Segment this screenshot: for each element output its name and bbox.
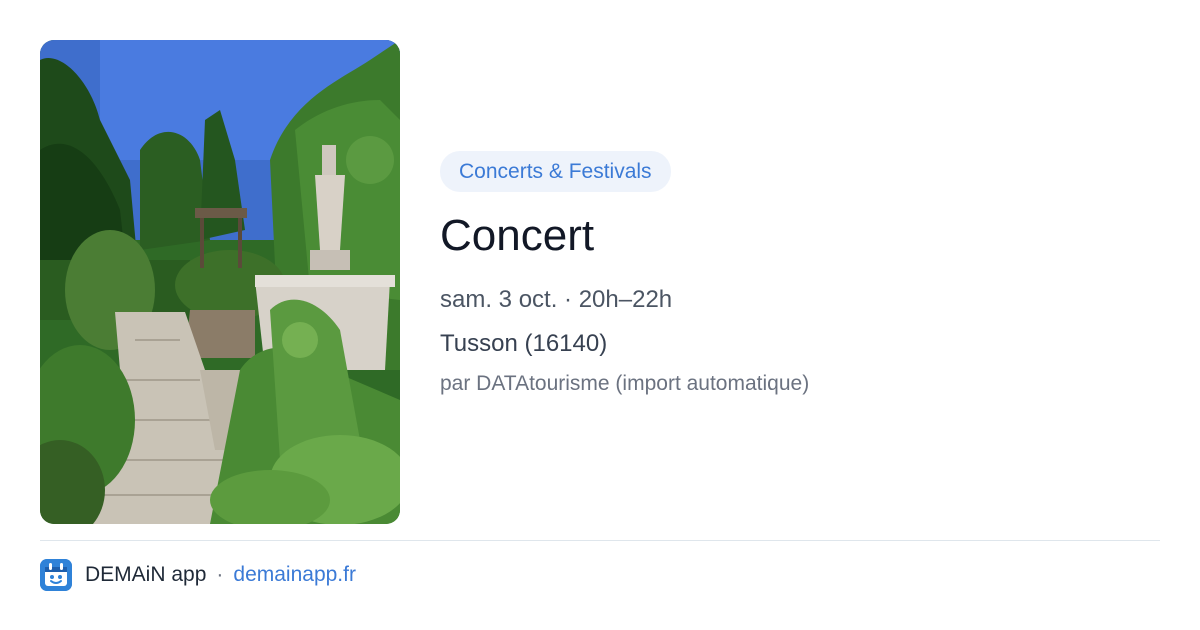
app-name: DEMAiN app (85, 562, 207, 586)
category-badge[interactable]: Concerts & Festivals (440, 151, 671, 192)
event-source: par DATAtourisme (import automatique) (440, 372, 810, 395)
event-datetime: sam. 3 oct. · 20h–22h (440, 286, 673, 313)
footer-divider (40, 540, 1160, 541)
website-link[interactable]: demainapp.fr (233, 563, 356, 587)
footer: DEMAiN app · demainapp.fr (40, 558, 356, 591)
event-title: Concert (440, 211, 595, 260)
footer-separator: · (216, 562, 224, 586)
event-location: Tusson (16140) (440, 330, 608, 357)
event-photo (40, 40, 400, 524)
demain-app-logo-icon (40, 558, 72, 591)
event-info: Concerts & Festivals Concert sam. 3 oct.… (440, 151, 1160, 397)
